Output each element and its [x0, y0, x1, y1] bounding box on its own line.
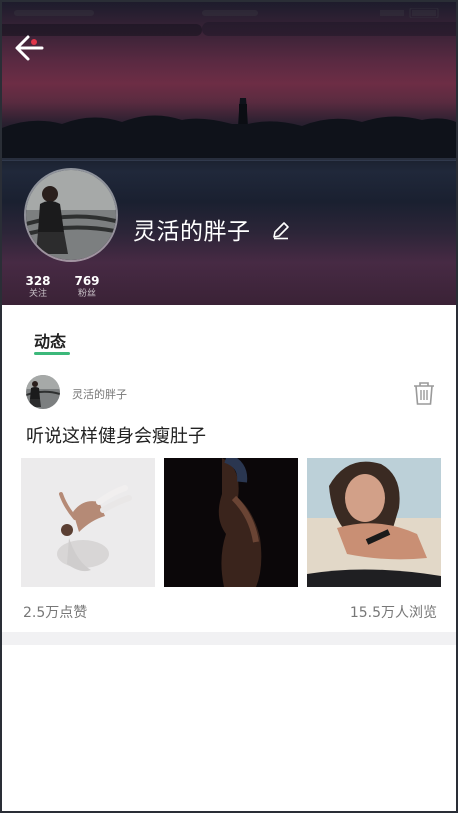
back-button[interactable]	[12, 32, 46, 66]
cover-skyline	[2, 98, 456, 160]
fans-label: 粉丝	[77, 289, 96, 299]
muscular-back-photo	[164, 458, 298, 587]
section-divider	[2, 632, 456, 645]
profile-screen: 灵活的胖子 328 关注 769 粉丝 动态 灵活的胖子 听说这样健身会瘦肚子 …	[2, 2, 456, 811]
avatar-photo	[26, 375, 60, 409]
signal-icon	[14, 10, 94, 16]
woman-smartwatch-photo	[307, 458, 441, 587]
post-image-woman[interactable]	[307, 458, 441, 587]
pencil-icon	[273, 222, 289, 240]
post-author-name[interactable]: 灵活的胖子	[72, 386, 127, 402]
profile-avatar[interactable]	[24, 168, 118, 262]
following-count: 328	[25, 274, 51, 288]
following-label: 关注	[28, 289, 47, 299]
cover-horizon	[2, 158, 456, 161]
active-tab-indicator	[34, 352, 70, 355]
post-image-gymnast[interactable]	[21, 458, 155, 587]
status-bar	[2, 2, 456, 24]
avatar-photo	[26, 170, 116, 260]
delete-post-button[interactable]	[412, 380, 436, 406]
profile-username: 灵活的胖子	[133, 219, 251, 245]
post-likes: 2.5万点赞	[23, 605, 88, 621]
post-author-avatar[interactable]	[26, 375, 60, 409]
trash-icon	[414, 382, 434, 405]
post-image-back[interactable]	[164, 458, 298, 587]
following-stat[interactable]: 328 关注	[18, 274, 58, 300]
post-views: 15.5万人浏览	[349, 605, 437, 621]
battery-icon	[380, 8, 439, 18]
profile-cover: 灵活的胖子 328 关注 769 粉丝	[2, 2, 456, 305]
clock	[202, 10, 258, 16]
cover-cloud	[202, 22, 456, 36]
post-text: 听说这样健身会瘦肚子	[26, 426, 206, 447]
gymnast-jump-photo	[21, 458, 155, 587]
arrow-left-icon	[15, 35, 44, 61]
tab-feed[interactable]: 动态	[34, 328, 66, 352]
edit-profile-button[interactable]	[270, 219, 292, 241]
fans-count: 769	[74, 274, 100, 288]
fans-stat[interactable]: 769 粉丝	[67, 274, 107, 300]
